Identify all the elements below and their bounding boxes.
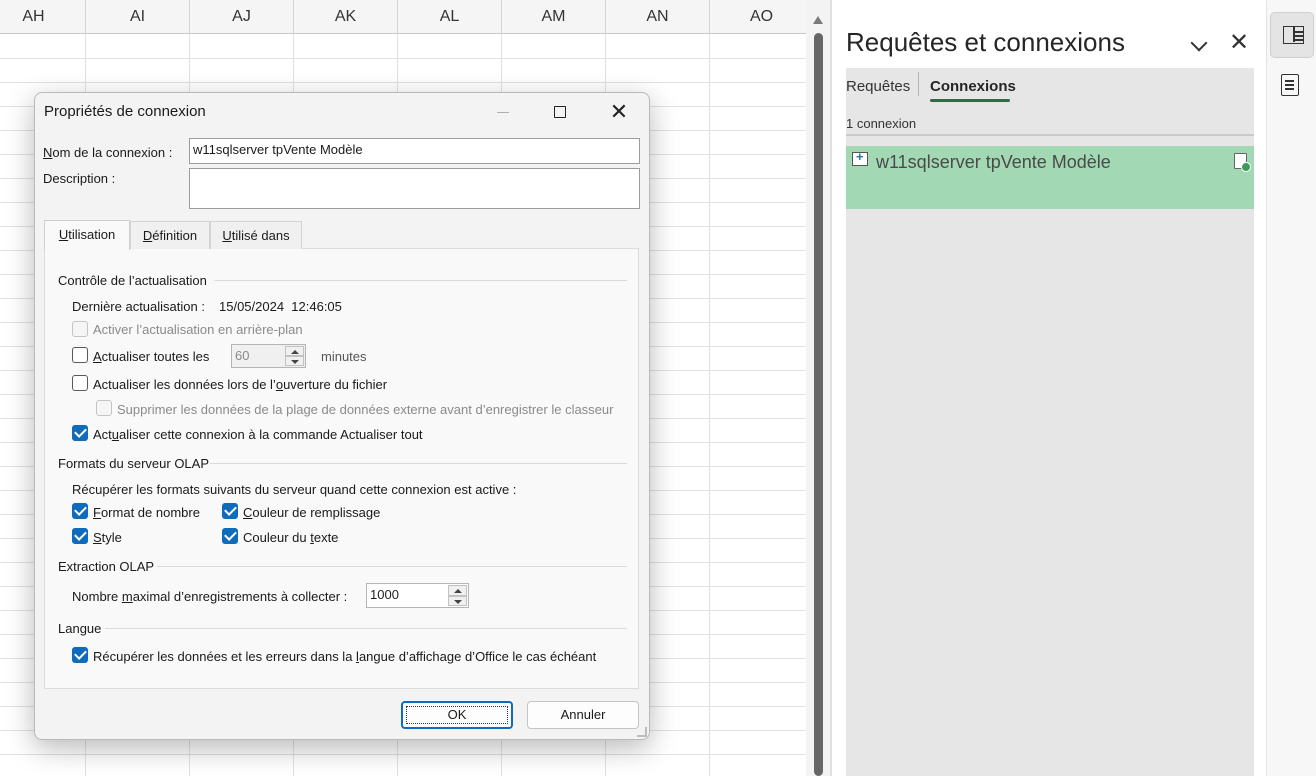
properties-pane-icon[interactable] (1281, 74, 1299, 96)
queries-connections-pane: Requêtes et connexions ✕ Requêtes Connex… (832, 0, 1266, 776)
ok-button[interactable]: OK (401, 701, 513, 729)
tab-connections[interactable]: Connexions (930, 78, 1016, 95)
group-divider (157, 566, 627, 567)
connection-properties-dialog: Propriétés de connexion ✕ Nom de la conn… (34, 92, 650, 740)
resize-grip-icon[interactable] (637, 727, 647, 737)
column-header[interactable]: AO (710, 0, 806, 34)
task-pane-rail (1266, 0, 1316, 776)
text-color-checkbox[interactable] (222, 528, 238, 544)
refresh-on-open-checkbox[interactable] (72, 375, 88, 391)
active-tab-underline (930, 99, 1010, 102)
last-refresh-value: 15/05/2024 12:46:05 (219, 299, 342, 314)
max-records-value: 1000 (370, 587, 399, 602)
connection-icon (852, 149, 868, 166)
stepper-down-button[interactable] (448, 595, 467, 606)
connection-list-item[interactable]: w11sqlserver tpVente Modèle (846, 146, 1254, 209)
tab-separator (918, 72, 919, 96)
excel-window: AH AI AJ AK AL AM AN AO Requêtes et connexions … (0, 0, 1316, 776)
refresh-minutes-value: 60 (235, 348, 250, 363)
group-divider (105, 628, 627, 629)
connection-name: w11sqlserver tpVente Modèle (876, 152, 1111, 172)
minutes-label: minutes (321, 349, 367, 364)
refresh-every-checkbox[interactable] (72, 347, 88, 363)
scroll-up-arrow-icon[interactable] (813, 16, 823, 24)
remove-data-before-save-label: Supprimer les données de la plage de don… (117, 402, 614, 417)
style-checkbox[interactable] (72, 528, 88, 544)
grid-row-line (0, 754, 806, 755)
pane-title: Requêtes et connexions (846, 27, 1125, 57)
pane-options-chevron-icon[interactable] (1190, 34, 1210, 54)
connection-refresh-icon[interactable] (1234, 153, 1251, 172)
maximize-button[interactable] (538, 98, 582, 126)
fill-color-label: Couleur de remplissage (243, 505, 381, 520)
group-divider (214, 280, 627, 281)
fill-color-checkbox[interactable] (222, 503, 238, 519)
chevron-down-icon (454, 599, 462, 604)
column-header[interactable]: AL (398, 0, 502, 34)
refresh-control-group-title: Contrôle de l’actualisation (58, 273, 207, 288)
refresh-all-label: Actualiser cette connexion à la commande… (93, 427, 423, 442)
tab-definition[interactable]: Définition (130, 221, 210, 249)
stepper-down-button[interactable] (285, 356, 304, 366)
grid-column-line (709, 34, 710, 776)
column-headers: AH AI AJ AK AL AM AN AO (0, 0, 806, 34)
remove-data-before-save-checkbox[interactable] (96, 400, 112, 416)
description-label: Description : (43, 171, 116, 186)
olap-formats-group-title: Formats du serveur OLAP (58, 456, 209, 471)
last-refresh-label: Dernière actualisation : (72, 299, 205, 314)
close-icon: ✕ (609, 99, 629, 124)
dialog-title: Propriétés de connexion (44, 103, 206, 120)
chevron-up-icon (291, 350, 299, 354)
olap-formats-intro: Récupérer les formats suivants du serveu… (72, 482, 517, 497)
pane-close-icon[interactable]: ✕ (1229, 31, 1249, 55)
number-format-label: Format de nombre (93, 505, 200, 520)
minimize-icon (497, 111, 509, 113)
vertical-scrollbar[interactable] (806, 0, 830, 776)
grid-row-line (0, 82, 806, 83)
olap-extraction-group-title: Extraction OLAP (58, 559, 155, 574)
connection-name-input[interactable]: w11sqlserver tpVente Modèle (189, 138, 640, 164)
column-header[interactable]: AI (86, 0, 190, 34)
max-records-label: Nombre maximal d’enregistrements à colle… (72, 589, 348, 604)
group-divider (210, 463, 627, 464)
description-input[interactable] (189, 168, 640, 209)
connection-name-label: Nom de la connexion : (43, 145, 173, 160)
refresh-minutes-stepper[interactable]: 60 (231, 344, 306, 368)
refresh-all-checkbox[interactable] (72, 425, 88, 441)
scrollbar-thumb[interactable] (814, 33, 823, 776)
max-records-stepper[interactable]: 1000 (366, 583, 469, 608)
pane-body: Requêtes Connexions 1 connexion w11sqlse… (846, 68, 1254, 776)
chevron-down-icon (291, 360, 299, 364)
column-header[interactable]: AJ (190, 0, 294, 34)
tab-queries[interactable]: Requêtes (846, 78, 910, 95)
refresh-every-label: Actualiser toutes les (93, 349, 210, 364)
column-header[interactable]: AH (0, 0, 86, 34)
text-color-label: Couleur du texte (243, 530, 339, 545)
queries-pane-icon (1283, 26, 1304, 44)
stepper-up-button[interactable] (448, 585, 467, 596)
refresh-on-open-label: Actualiser les données lors de l’ouvertu… (93, 377, 388, 392)
chevron-up-icon (454, 589, 462, 593)
office-language-label: Récupérer les données et les erreurs dan… (93, 649, 597, 664)
stepper-up-button[interactable] (285, 346, 304, 356)
background-refresh-checkbox[interactable] (72, 321, 88, 337)
style-label: Style (93, 530, 122, 545)
tab-usage[interactable]: Utilisation (44, 220, 130, 250)
divider (846, 134, 1254, 136)
maximize-icon (554, 106, 566, 118)
cancel-button[interactable]: Annuler (527, 701, 639, 729)
office-language-checkbox[interactable] (72, 647, 88, 663)
column-header[interactable]: AM (502, 0, 606, 34)
language-group-title: Langue (58, 621, 102, 636)
background-refresh-label: Activer l’actualisation en arrière-plan (93, 322, 303, 337)
number-format-checkbox[interactable] (72, 503, 88, 519)
column-header[interactable]: AN (606, 0, 710, 34)
tab-used-in[interactable]: Utilisé dans (210, 221, 302, 249)
queries-pane-button[interactable] (1270, 12, 1314, 58)
minimize-button[interactable] (481, 98, 525, 126)
close-button[interactable]: ✕ (597, 98, 641, 126)
column-header[interactable]: AK (294, 0, 398, 34)
grid-row-line (0, 58, 806, 59)
connection-count: 1 connexion (846, 116, 917, 131)
